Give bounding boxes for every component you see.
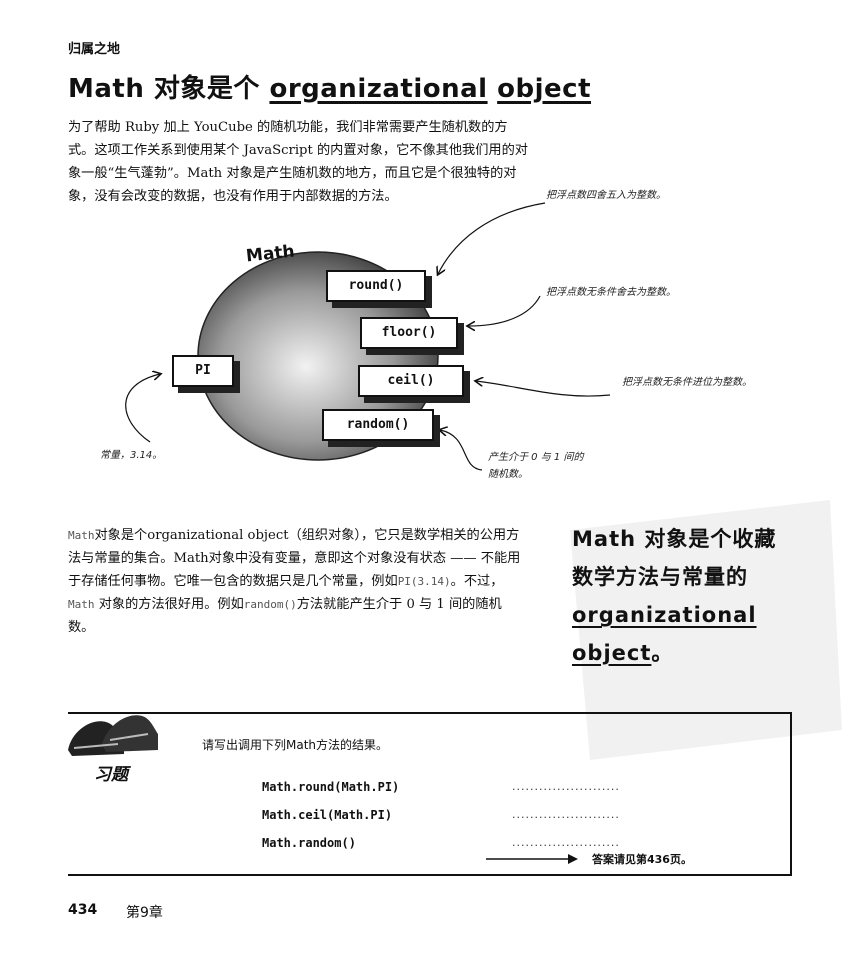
sneakers-icon <box>68 715 158 756</box>
constant-pi: PI <box>172 355 234 387</box>
annotation-random: 产生介于 0 与 1 间的随机数。 <box>488 452 584 480</box>
page-number: 434 <box>68 902 98 918</box>
exercise-instruction: 请写出调用下列Math方法的结果。 <box>202 738 389 752</box>
exercise-badge: 习题 <box>94 765 128 785</box>
arrow-random <box>440 430 483 471</box>
chapter-label: 第9章 <box>126 905 163 921</box>
exercise-item-random: Math.random() <box>262 836 356 850</box>
arrow-ceil <box>476 381 611 397</box>
inline-code-math: Math <box>68 529 95 542</box>
body-text-2: 。不过， <box>450 574 504 589</box>
callout-end: 。 <box>651 641 674 665</box>
callout-underlined-2: object <box>572 641 652 665</box>
answer-page-note: 答案请见第436页。 <box>592 853 692 866</box>
answer-blank-3: ........................ <box>512 836 620 849</box>
exercise-item-ceil: Math.ceil(Math.PI) <box>262 808 393 822</box>
inline-code-random: random() <box>243 598 297 611</box>
annotation-constant: 常量，3.14。 <box>100 450 163 461</box>
inline-code-pi: PI(3.14) <box>397 575 451 588</box>
arrow-round <box>438 202 546 274</box>
callout-line: Math 对象是个收藏数学方法与常量的 <box>572 527 777 589</box>
exercise-item-round: Math.round(Math.PI) <box>262 780 400 794</box>
method-round: round() <box>326 270 426 302</box>
answer-blank-2: ........................ <box>512 808 620 821</box>
body-text-3: 对象的方法很好用。例如 <box>94 597 244 612</box>
method-ceil: ceil() <box>358 365 464 397</box>
answer-blank-1: ........................ <box>512 780 620 793</box>
method-random: random() <box>322 409 434 441</box>
inline-code-math-2: Math <box>68 598 95 611</box>
arrow-constant <box>125 374 160 443</box>
method-floor: floor() <box>360 317 458 349</box>
arrow-right-icon <box>486 854 578 864</box>
annotation-round: 把浮点数四舍五入为整数。 <box>546 190 666 201</box>
arrow-floor <box>468 295 541 326</box>
callout-text: Math 对象是个收藏数学方法与常量的 organizational objec… <box>572 520 792 672</box>
annotation-floor: 把浮点数无条件舍去为整数。 <box>546 287 676 298</box>
body-paragraph: Math对象是个organizational object（组织对象），它只是数… <box>68 524 528 639</box>
math-object-diagram <box>125 202 611 471</box>
callout-underlined-1: organizational <box>572 603 757 627</box>
annotation-ceil: 把浮点数无条件进位为整数。 <box>622 377 752 388</box>
